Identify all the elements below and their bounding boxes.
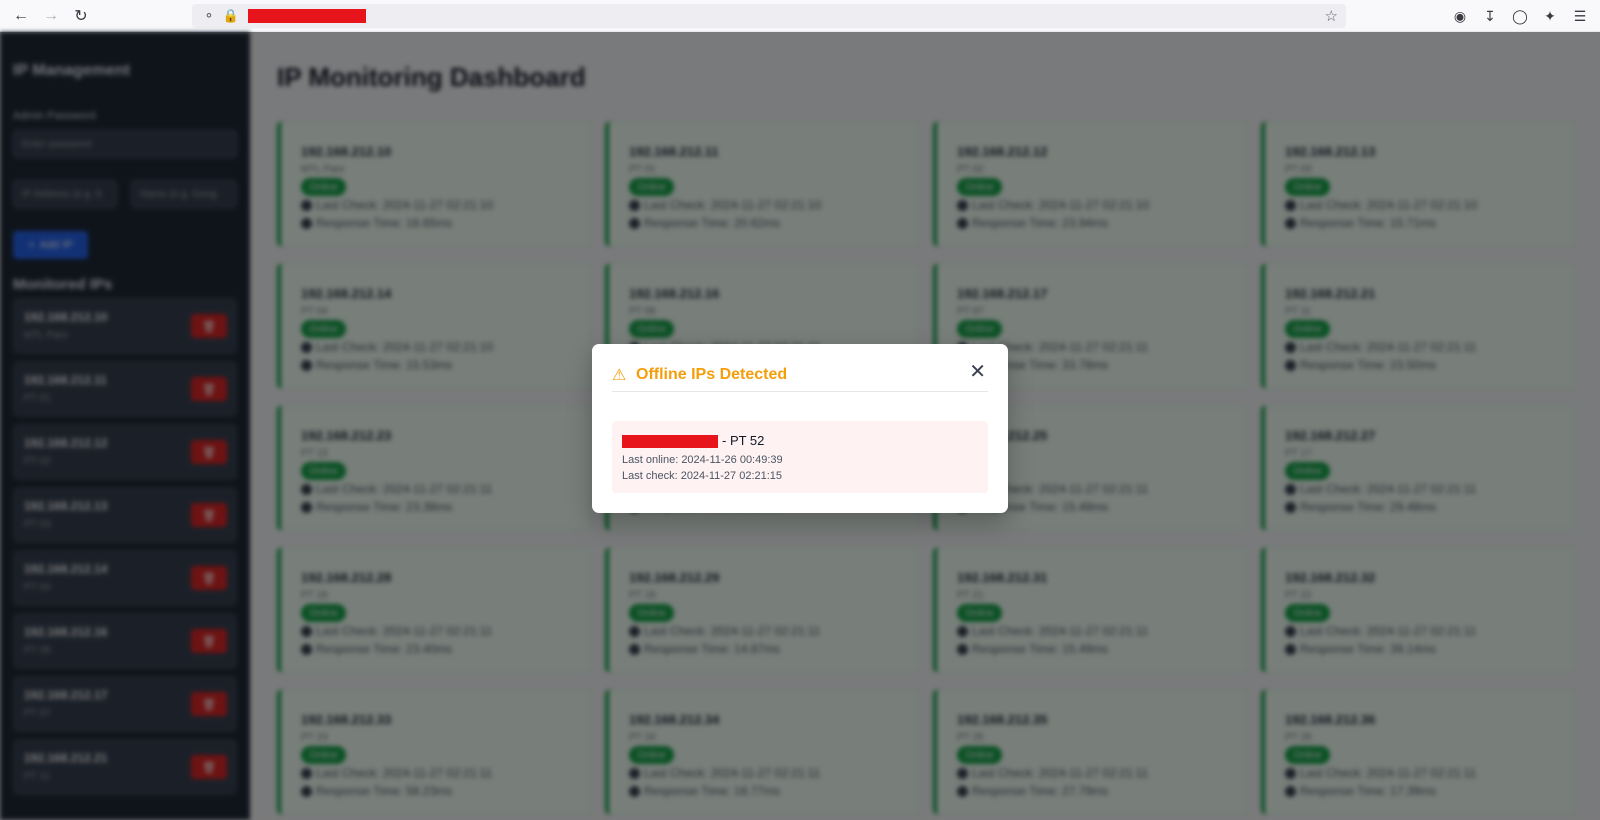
offline-ip-item: - PT 52 Last online: 2024-11-26 00:49:39… (612, 421, 988, 493)
shield-icon[interactable]: ⚬ (200, 7, 218, 25)
download-icon[interactable]: ↧ (1480, 6, 1500, 26)
forward-icon[interactable]: → (36, 0, 66, 32)
warning-icon: ⚠ (612, 367, 627, 384)
lock-icon[interactable]: 🔒 (222, 7, 240, 25)
close-icon[interactable]: ✕ (969, 362, 986, 382)
extensions-icon[interactable]: ✦ (1540, 6, 1560, 26)
url-redacted (248, 9, 366, 23)
modal-header: ⚠ Offline IPs Detected ✕ (612, 362, 988, 392)
pocket-icon[interactable]: ◉ (1450, 6, 1470, 26)
back-icon[interactable]: ← (6, 0, 36, 32)
offline-ip-redacted (622, 435, 718, 448)
reload-icon[interactable]: ↻ (66, 0, 96, 32)
offline-modal: ⚠ Offline IPs Detected ✕ - PT 52 Last on… (592, 344, 1008, 513)
offline-ip-name: - PT 52 (722, 433, 765, 448)
bookmark-star-icon[interactable]: ☆ (1325, 7, 1338, 25)
url-bar[interactable]: ⚬ 🔒 ☆ (192, 4, 1346, 28)
offline-last-check: Last check: 2024-11-27 02:21:15 (622, 470, 783, 482)
browser-toolbar: ← → ↻ ⚬ 🔒 ☆ ◉ ↧ ◯ ✦ ☰ (0, 0, 1600, 32)
menu-icon[interactable]: ☰ (1570, 6, 1590, 26)
modal-title: Offline IPs Detected (636, 366, 788, 383)
account-icon[interactable]: ◯ (1510, 6, 1530, 26)
offline-last-online: Last online: 2024-11-26 00:49:39 (622, 454, 783, 466)
